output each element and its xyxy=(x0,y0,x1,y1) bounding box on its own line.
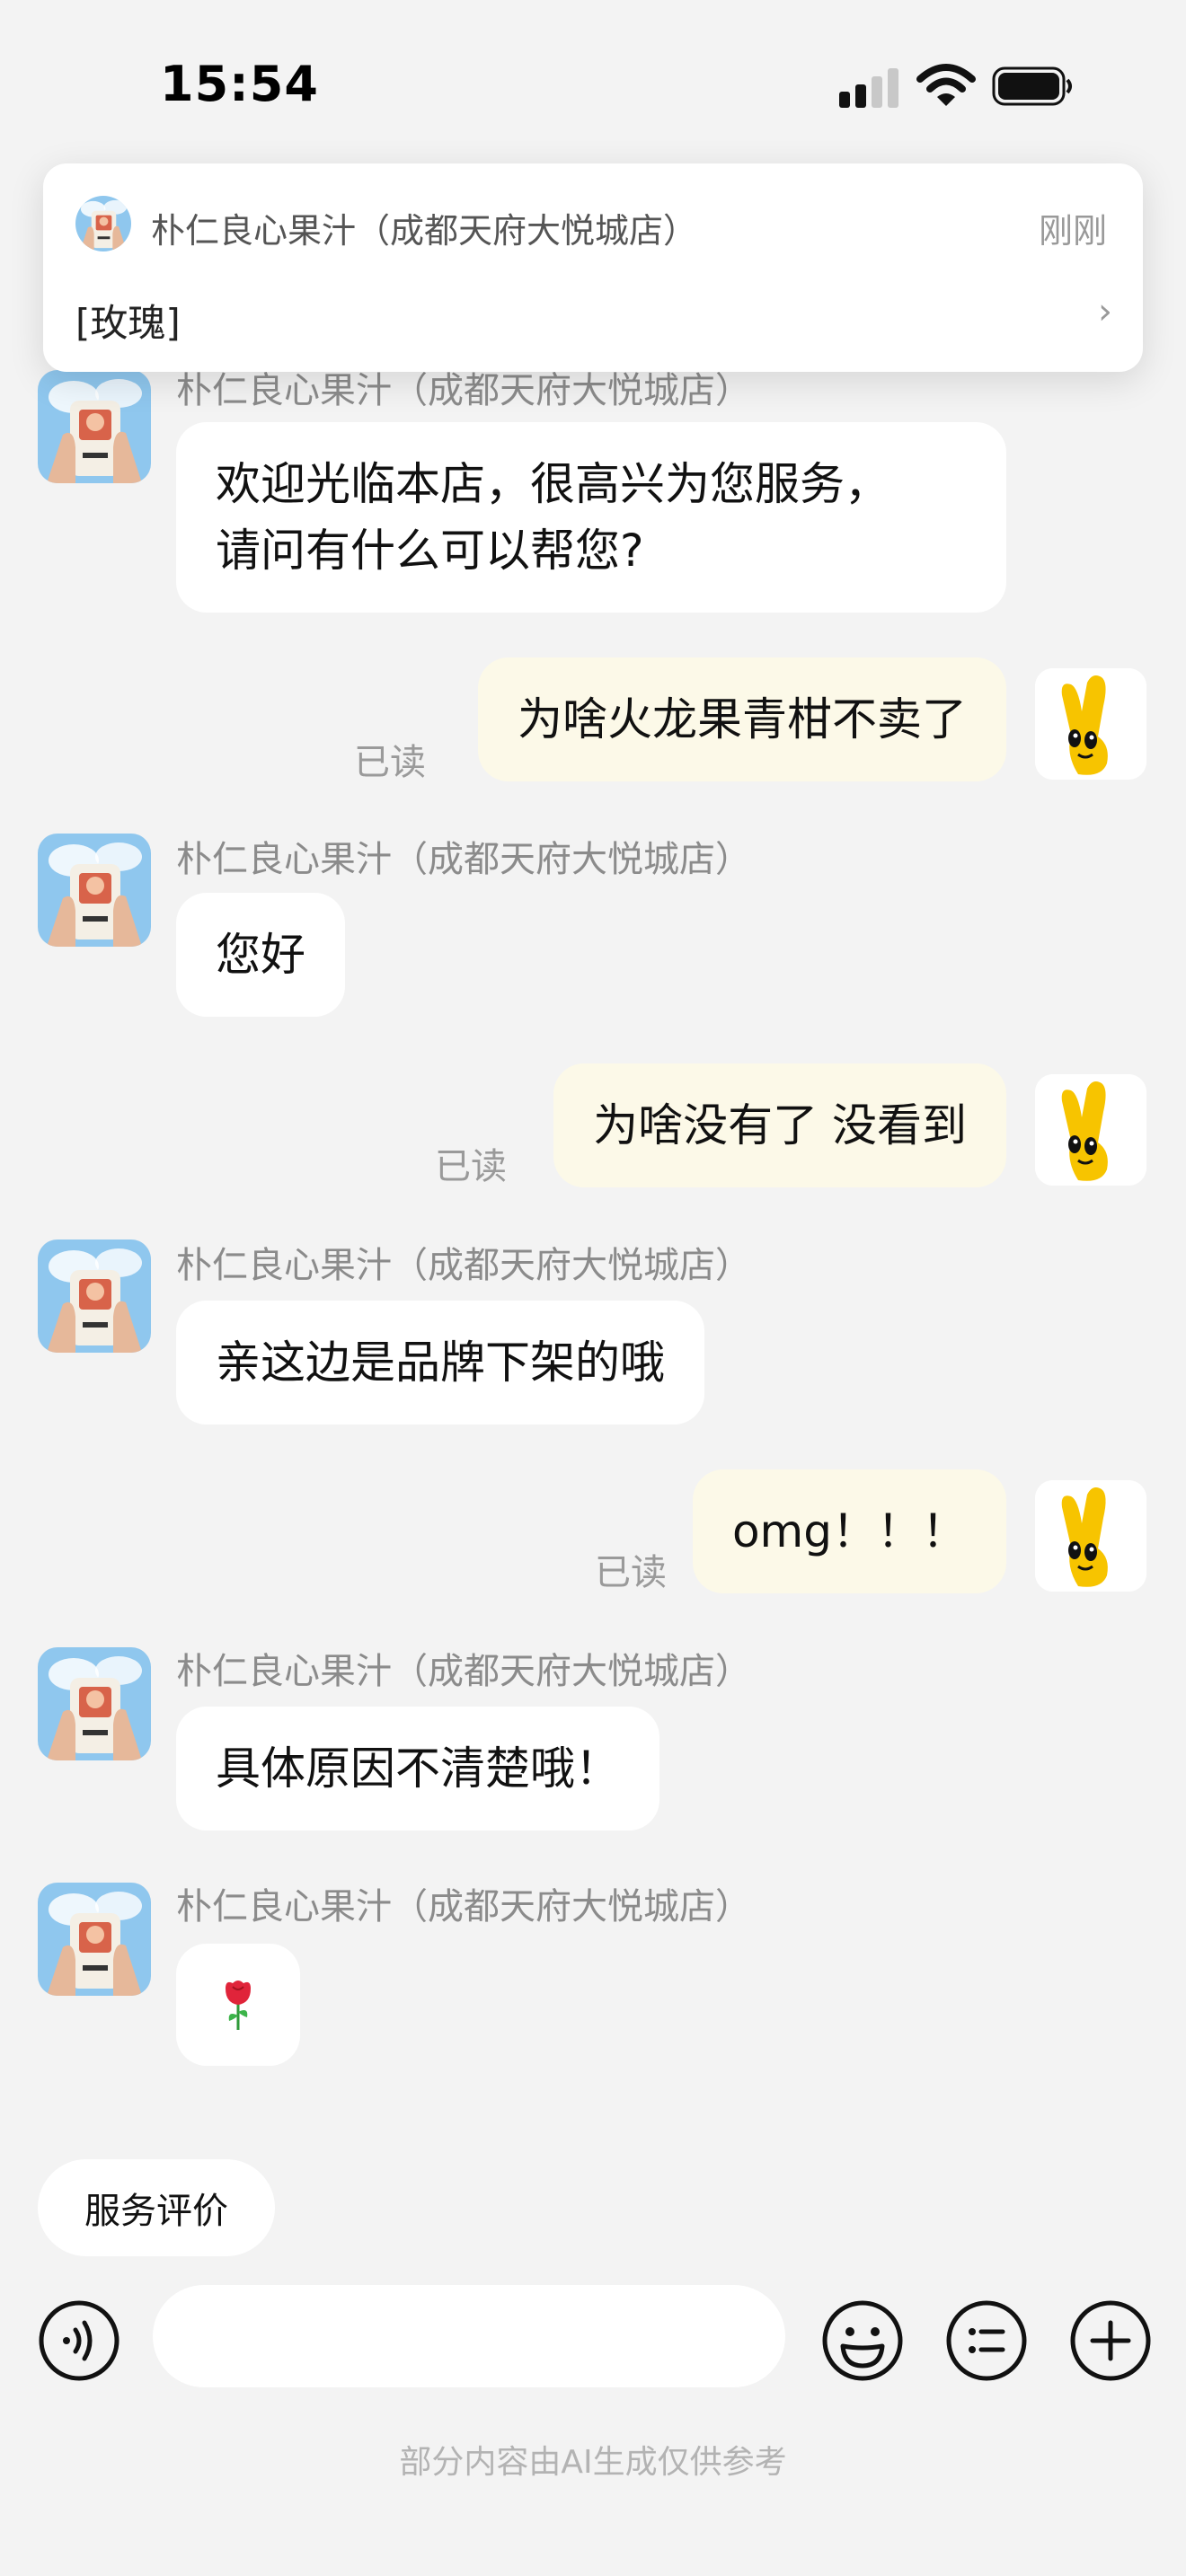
notification-sender: 朴仁良心果汁（成都天府大悦城店） xyxy=(151,211,698,251)
sender-name: 朴仁良心果汁（成都天府大悦城店） xyxy=(176,1886,751,1928)
message-bubble-incoming[interactable]: 欢迎光临本店，很高兴为您服务， 请问有什么可以帮您? xyxy=(176,422,1006,613)
sender-name: 朴仁良心果汁（成都天府大悦城店） xyxy=(176,1245,751,1286)
message-line: 请问有什么可以帮您? xyxy=(216,525,644,577)
juice-cup-avatar-icon xyxy=(38,370,151,483)
chevron-right-icon: › xyxy=(1098,291,1112,332)
juice-cup-avatar-icon xyxy=(75,196,131,251)
status-time: 15:54 xyxy=(160,56,319,112)
read-receipt: 已读 xyxy=(354,742,426,783)
read-receipt: 已读 xyxy=(435,1146,507,1187)
message-bubble-incoming[interactable]: 亲这边是品牌下架的哦 xyxy=(176,1301,704,1425)
juice-cup-avatar-icon xyxy=(38,1647,151,1760)
notification-time: 刚刚 xyxy=(1038,211,1107,251)
message-bubble-outgoing[interactable]: 为啥火龙果青柑不卖了 xyxy=(478,657,1006,781)
yellow-hand-avatar-icon xyxy=(1035,668,1146,780)
ai-disclaimer: 部分内容由AI生成仅供参考 xyxy=(399,2444,787,2481)
service-rating-button[interactable]: 服务评价 xyxy=(38,2159,275,2256)
notification-avatar xyxy=(75,196,131,251)
read-receipt: 已读 xyxy=(595,1552,667,1593)
shop-avatar[interactable] xyxy=(38,834,151,947)
cellular-signal-icon xyxy=(839,68,898,108)
shop-avatar[interactable] xyxy=(38,1647,151,1760)
juice-cup-avatar-icon xyxy=(38,1883,151,1996)
yellow-hand-avatar-icon xyxy=(1035,1480,1146,1592)
plus-icon[interactable] xyxy=(1069,2299,1152,2382)
sender-name: 朴仁良心果汁（成都天府大悦城店） xyxy=(176,1651,751,1692)
list-menu-icon[interactable] xyxy=(945,2299,1028,2382)
message-line: 欢迎光临本店，很高兴为您服务， xyxy=(216,458,890,510)
voice-icon[interactable] xyxy=(38,2299,120,2382)
sender-name: 朴仁良心果汁（成都天府大悦城店） xyxy=(176,839,751,880)
yellow-hand-avatar-icon xyxy=(1035,1074,1146,1186)
shop-avatar[interactable] xyxy=(38,1239,151,1353)
message-bubble-incoming[interactable] xyxy=(176,1944,300,2066)
message-bubble-outgoing[interactable]: 为啥没有了 没看到 xyxy=(553,1063,1006,1187)
notification-banner[interactable]: 朴仁良心果汁（成都天府大悦城店） 刚刚 [玫瑰] › xyxy=(43,163,1143,372)
message-bubble-outgoing[interactable]: omg！！！ xyxy=(692,1469,1006,1593)
user-avatar[interactable] xyxy=(1035,668,1146,780)
message-bubble-incoming[interactable]: 具体原因不清楚哦！ xyxy=(176,1707,659,1831)
message-input[interactable] xyxy=(153,2285,785,2387)
status-bar: 15:54 xyxy=(0,0,1186,171)
juice-cup-avatar-icon xyxy=(38,1239,151,1353)
message-bubble-incoming[interactable]: 您好 xyxy=(176,893,345,1017)
battery-icon xyxy=(992,66,1072,106)
wifi-icon xyxy=(916,64,976,106)
notification-message: [玫瑰] xyxy=(75,301,181,345)
rose-icon xyxy=(226,1981,251,2030)
shop-avatar[interactable] xyxy=(38,1883,151,1996)
emoji-icon[interactable] xyxy=(821,2299,904,2382)
user-avatar[interactable] xyxy=(1035,1480,1146,1592)
user-avatar[interactable] xyxy=(1035,1074,1146,1186)
juice-cup-avatar-icon xyxy=(38,834,151,947)
shop-avatar[interactable] xyxy=(38,370,151,483)
